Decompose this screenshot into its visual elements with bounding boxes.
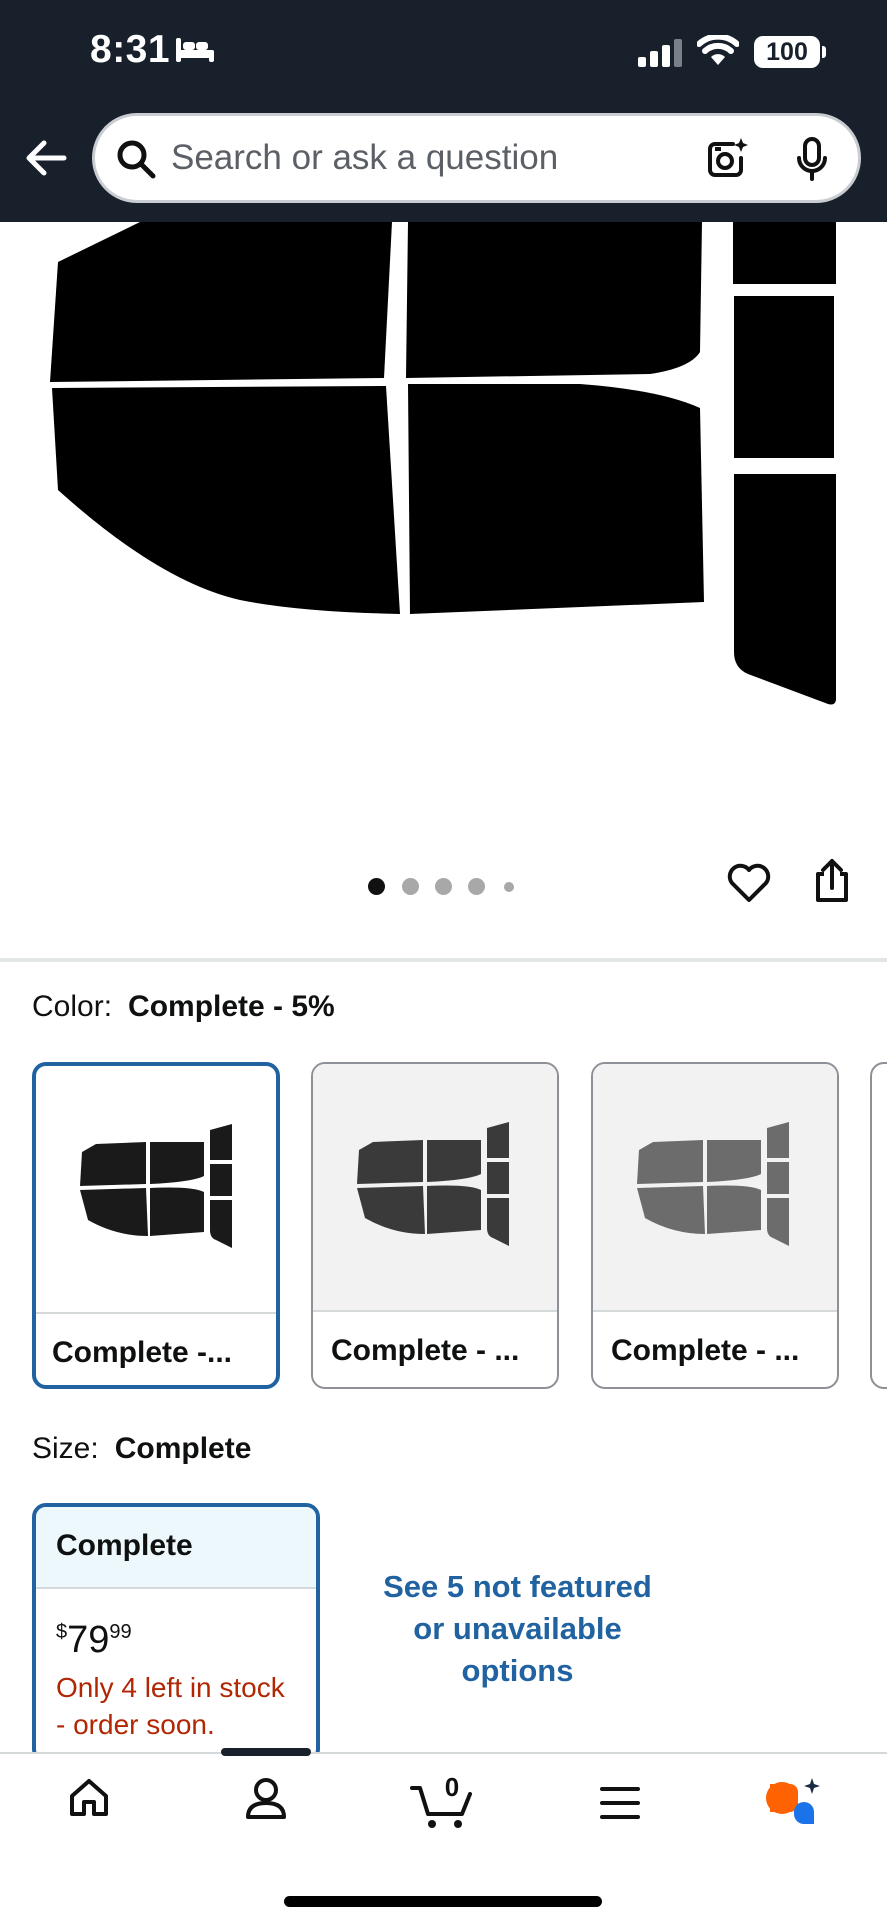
size-label: Size: xyxy=(32,1432,99,1465)
product-image[interactable] xyxy=(0,222,887,742)
color-option[interactable]: Complete -... xyxy=(32,1062,280,1389)
microphone-icon[interactable] xyxy=(795,136,829,187)
battery-tip xyxy=(822,46,826,58)
stock-warning-line: - order soon. xyxy=(56,1709,215,1740)
share-icon[interactable] xyxy=(812,858,852,909)
price-symbol: $ xyxy=(56,1621,68,1643)
battery-indicator: 100 xyxy=(754,36,820,68)
color-option-image xyxy=(313,1064,557,1310)
carousel-dot[interactable] xyxy=(368,878,385,895)
back-arrow-icon[interactable] xyxy=(24,138,68,183)
account-icon[interactable] xyxy=(245,1776,287,1825)
carousel-dot[interactable] xyxy=(504,882,514,892)
stock-warning: Only 4 left in stock - order soon. xyxy=(56,1669,316,1743)
price-fraction: 99 xyxy=(109,1621,132,1643)
color-option-caption: Complete -... xyxy=(36,1312,276,1385)
search-input[interactable] xyxy=(171,116,671,200)
color-option[interactable]: Complete - ... xyxy=(591,1062,839,1389)
menu-icon[interactable] xyxy=(600,1786,640,1825)
active-tab-indicator xyxy=(221,1748,311,1756)
status-time: 8:31 xyxy=(90,28,171,71)
section-divider xyxy=(0,958,887,962)
carousel-dot[interactable] xyxy=(402,878,419,895)
carousel-dot[interactable] xyxy=(435,878,452,895)
heart-icon[interactable] xyxy=(726,862,772,909)
camera-lens-icon[interactable] xyxy=(703,136,749,187)
color-option-image xyxy=(36,1066,276,1312)
rufus-ai-icon[interactable] xyxy=(766,1778,822,1833)
color-option[interactable]: Complete - ... xyxy=(311,1062,559,1389)
bottom-navigation: 0 xyxy=(0,1748,887,1920)
see-more-options-link[interactable]: See 5 not featured or unavailable option… xyxy=(370,1566,665,1692)
size-selector-label: Size: Complete xyxy=(32,1432,251,1466)
size-value: Complete xyxy=(114,1432,252,1465)
cart-count: 0 xyxy=(444,1772,460,1802)
see-more-line: or unavailable xyxy=(413,1611,622,1646)
carousel-dot[interactable] xyxy=(468,878,485,895)
app-header: 8:31 100 xyxy=(0,0,887,222)
price: $7999 xyxy=(56,1619,132,1662)
color-option-caption: Complete - ... xyxy=(313,1310,557,1387)
size-option[interactable]: Complete $7999 Only 4 left in stock - or… xyxy=(32,1503,320,1763)
see-more-line: options xyxy=(461,1653,574,1688)
size-option-title: Complete xyxy=(36,1507,316,1589)
search-bar[interactable] xyxy=(92,113,861,203)
wifi-icon xyxy=(696,33,740,72)
color-selector-label: Color: Complete - 5% xyxy=(32,990,335,1024)
sleep-focus-icon xyxy=(174,36,216,69)
stock-warning-line: Only 4 left in stock xyxy=(56,1672,285,1703)
color-option-caption: Complete - ... xyxy=(593,1310,837,1387)
color-option-image xyxy=(593,1064,837,1310)
search-icon xyxy=(115,138,157,185)
home-icon[interactable] xyxy=(68,1776,110,1823)
price-whole: 79 xyxy=(67,1619,110,1661)
color-option-partial[interactable] xyxy=(870,1062,887,1389)
see-more-line: See 5 not featured xyxy=(383,1569,652,1604)
color-label: Color: xyxy=(32,990,113,1023)
cellular-signal-icon xyxy=(637,38,683,73)
home-indicator-bar xyxy=(284,1896,602,1907)
color-value: Complete - 5% xyxy=(128,990,335,1023)
